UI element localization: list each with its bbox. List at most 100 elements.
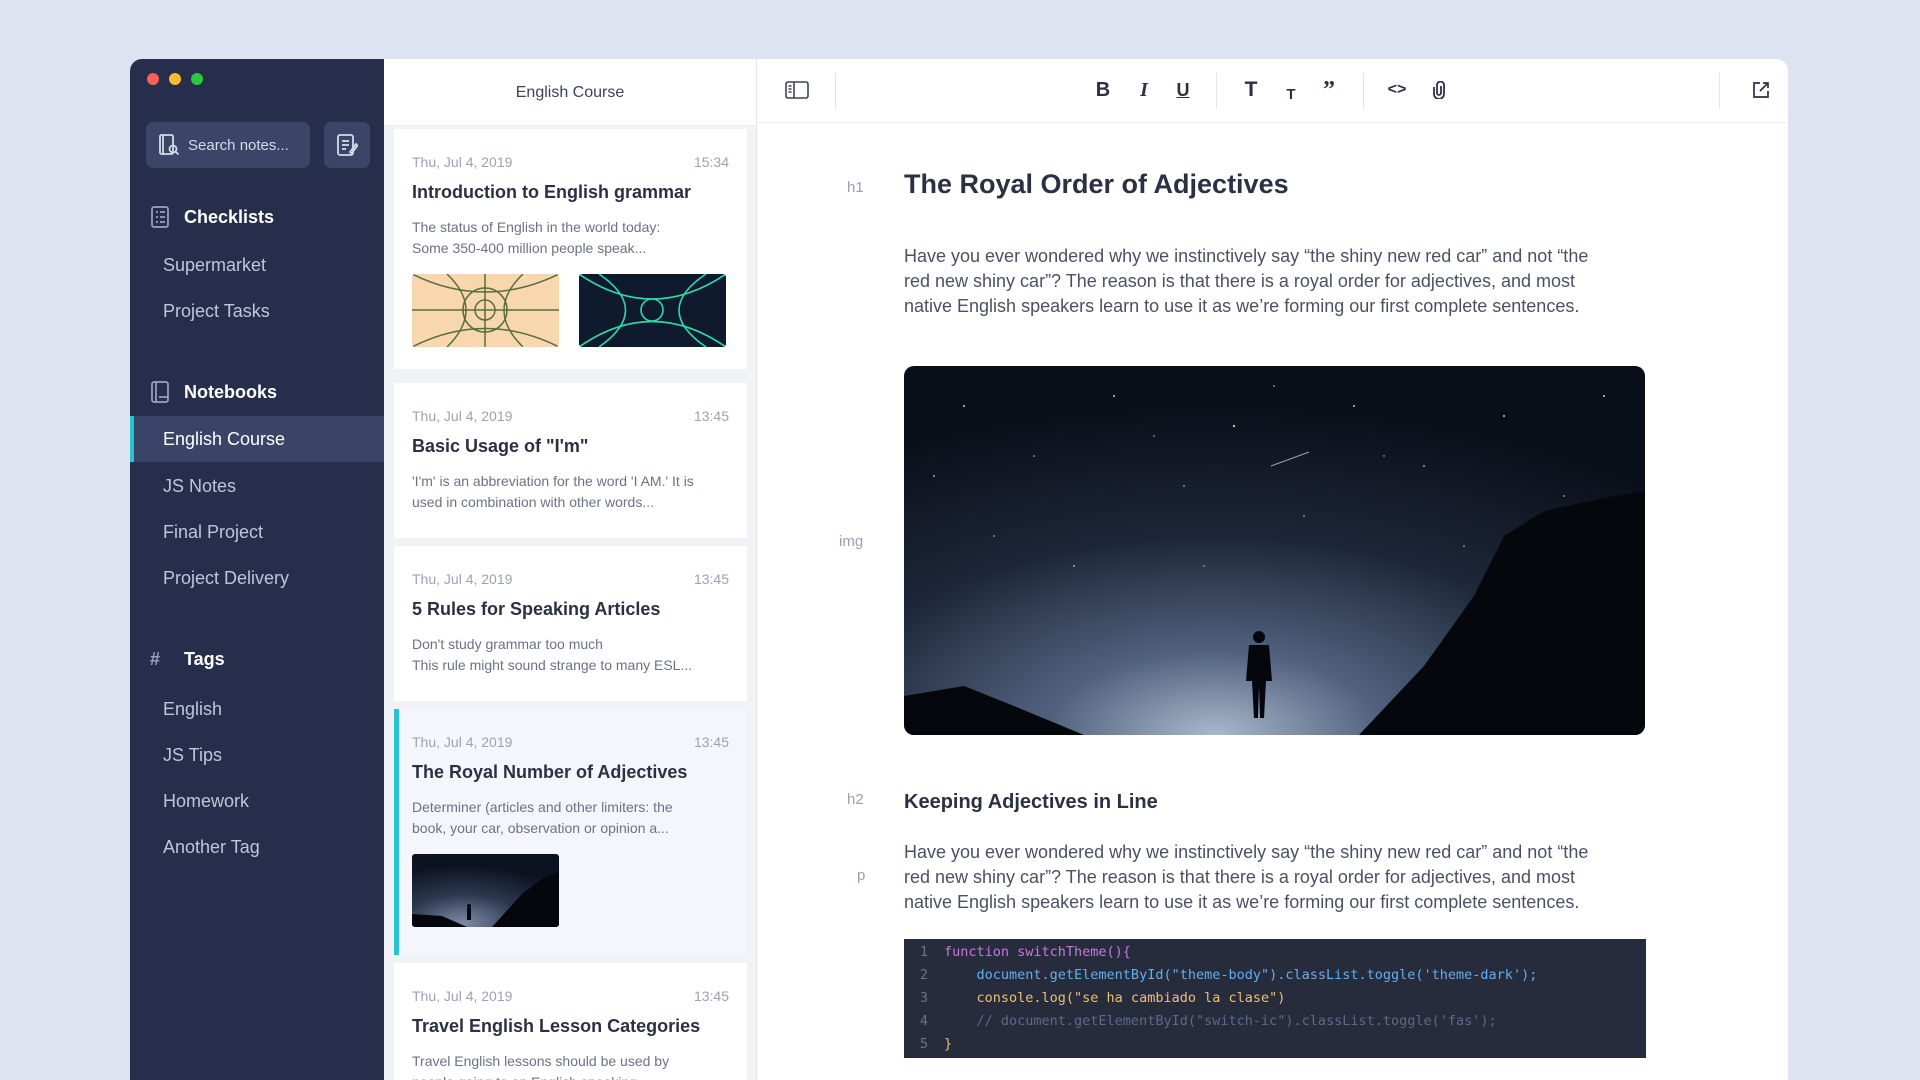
new-note-button[interactable] bbox=[324, 122, 370, 168]
note-time: 13:45 bbox=[693, 571, 729, 587]
document-title[interactable]: The Royal Order of Adjectives bbox=[904, 169, 1289, 200]
sidebar-item-project-delivery[interactable]: Project Delivery bbox=[130, 555, 384, 601]
note-date: Thu, Jul 4, 2019 bbox=[412, 571, 513, 587]
note-card[interactable]: Thu, Jul 4, 2019 15:34 Introduction to En… bbox=[394, 129, 747, 369]
heading-large-icon[interactable]: T bbox=[1235, 74, 1267, 106]
gutter-label-h2: h2 bbox=[847, 791, 864, 808]
note-time: 13:45 bbox=[693, 408, 729, 424]
sidebar-item-final-project[interactable]: Final Project bbox=[130, 509, 384, 555]
heading-small-icon[interactable]: T bbox=[1275, 78, 1307, 110]
code-line: 4 // document.getElementById("switch-ic"… bbox=[904, 1010, 1646, 1033]
line-number: 5 bbox=[919, 1036, 929, 1052]
note-time: 15:34 bbox=[693, 154, 729, 170]
editor: B I U T T ” <> h1 The Royal Order of Adj… bbox=[757, 59, 1788, 1080]
snippet-line: 'I'm' is an abbreviation for the word 'I… bbox=[412, 473, 694, 489]
compose-icon bbox=[337, 134, 358, 156]
line-number: 2 bbox=[919, 967, 929, 983]
checklist-icon bbox=[151, 206, 169, 228]
sidebar-item-tag-english[interactable]: English bbox=[130, 686, 384, 732]
pattern-thumbnail-light bbox=[412, 274, 559, 347]
sidebar-item-tag-js-tips[interactable]: JS Tips bbox=[130, 732, 384, 778]
note-date: Thu, Jul 4, 2019 bbox=[412, 734, 513, 750]
sidebar: Search notes... Checklists Supermarket P… bbox=[130, 59, 384, 1080]
sidebar-item-project-tasks[interactable]: Project Tasks bbox=[130, 288, 384, 334]
note-title: The Royal Number of Adjectives bbox=[412, 762, 688, 782]
paragraph-line: Have you ever wondered why we instinctiv… bbox=[904, 842, 1589, 862]
note-date: Thu, Jul 4, 2019 bbox=[412, 154, 513, 170]
italic-icon[interactable]: I bbox=[1128, 74, 1160, 106]
note-time: 13:45 bbox=[693, 988, 729, 1004]
night-sky-image[interactable] bbox=[904, 366, 1645, 735]
sidebar-item-supermarket[interactable]: Supermarket bbox=[130, 242, 384, 288]
paragraph-line: Have you ever wondered why we instinctiv… bbox=[904, 246, 1589, 266]
snippet-line: The status of English in the world today… bbox=[412, 219, 661, 235]
snippet-line: book, your car, observation or opinion a… bbox=[412, 820, 669, 836]
note-title: 5 Rules for Speaking Articles bbox=[412, 599, 661, 619]
code-line: 3 console.log("se ha cambiado la clase") bbox=[904, 987, 1646, 1010]
note-card[interactable]: Thu, Jul 4, 2019 13:45 Travel English Les… bbox=[394, 963, 747, 1080]
intro-paragraph[interactable]: Have you ever wondered why we instinctiv… bbox=[904, 244, 1644, 319]
note-card[interactable]: Thu, Jul 4, 2019 13:45 Basic Usage of "I'… bbox=[394, 383, 747, 538]
notebook-search-icon bbox=[159, 134, 180, 156]
note-time: 13:45 bbox=[693, 734, 729, 750]
code-text: // document.getElementById("switch-ic").… bbox=[944, 1013, 1497, 1029]
gutter-label-h1: h1 bbox=[847, 179, 864, 196]
note-snippet: Don't study grammar too much This rule m… bbox=[412, 634, 729, 676]
note-title: Introduction to English grammar bbox=[412, 182, 692, 202]
note-title: Travel English Lesson Categories bbox=[412, 1016, 701, 1036]
tags-title: Tags bbox=[184, 649, 225, 669]
hashtag-icon: # bbox=[150, 649, 161, 669]
notebooks-header[interactable]: Notebooks bbox=[150, 381, 277, 403]
snippet-line: Determiner (articles and other limiters:… bbox=[412, 799, 673, 815]
sidebar-item-tag-another-tag[interactable]: Another Tag bbox=[130, 824, 384, 870]
note-title: Basic Usage of "I'm" bbox=[412, 436, 589, 456]
close-window-button[interactable] bbox=[147, 73, 159, 85]
snippet-line: people going to an English speaking... bbox=[412, 1072, 729, 1080]
snippet-line: used in combination with other words... bbox=[412, 494, 655, 510]
code-line: 1 function switchTheme(){ bbox=[904, 941, 1646, 964]
underline-icon[interactable]: U bbox=[1167, 74, 1199, 106]
bold-icon[interactable]: B bbox=[1087, 74, 1119, 106]
night-sky-thumbnail bbox=[412, 854, 559, 927]
code-block[interactable]: 1 function switchTheme(){ 2 document.get… bbox=[904, 939, 1646, 1058]
note-snippet: Determiner (articles and other limiters:… bbox=[412, 797, 729, 839]
code-line: 2 document.getElementById("theme-body").… bbox=[904, 964, 1646, 987]
line-number: 1 bbox=[919, 944, 929, 960]
sidebar-item-js-notes[interactable]: JS Notes bbox=[130, 463, 384, 509]
code-text: console.log("se ha cambiado la clase") bbox=[944, 990, 1286, 1006]
snippet-line: This rule might sound strange to many ES… bbox=[412, 657, 693, 673]
gutter-label-img: img bbox=[839, 533, 864, 550]
code-text: } bbox=[944, 1036, 953, 1052]
note-snippet: The status of English in the world today… bbox=[412, 217, 729, 259]
pattern-thumbnail-dark bbox=[579, 274, 726, 347]
sidebar-item-english-course[interactable]: English Course bbox=[130, 416, 384, 462]
window-controls bbox=[147, 73, 203, 85]
note-snippet: 'I'm' is an abbreviation for the word 'I… bbox=[412, 471, 729, 513]
search-placeholder: Search notes... bbox=[188, 136, 289, 154]
snippet-line: Don't study grammar too much bbox=[412, 636, 603, 652]
paragraph-line: red new shiny car”? The reason is that t… bbox=[904, 867, 1575, 887]
code-icon[interactable]: <> bbox=[1381, 74, 1413, 106]
line-number: 3 bbox=[919, 990, 929, 1006]
app-window: Search notes... Checklists Supermarket P… bbox=[130, 59, 1788, 1080]
paragraph-line: red new shiny car”? The reason is that t… bbox=[904, 271, 1575, 291]
attachment-icon[interactable] bbox=[1423, 74, 1455, 106]
sidebar-item-tag-homework[interactable]: Homework bbox=[130, 778, 384, 824]
snippet-line: Some 350-400 million people speak... bbox=[412, 240, 647, 256]
section-heading[interactable]: Keeping Adjectives in Line bbox=[904, 791, 1158, 814]
notebook-icon bbox=[151, 381, 169, 403]
note-card[interactable]: Thu, Jul 4, 2019 13:45 5 Rules for Speaki… bbox=[394, 546, 747, 701]
sidebar-toggle-icon[interactable] bbox=[781, 74, 813, 106]
minimize-window-button[interactable] bbox=[169, 73, 181, 85]
notebooks-title: Notebooks bbox=[184, 381, 278, 402]
share-icon[interactable] bbox=[1745, 74, 1777, 106]
tags-header[interactable]: # Tags bbox=[150, 649, 225, 670]
checklists-header[interactable]: Checklists bbox=[150, 206, 274, 228]
search-notes-field[interactable]: Search notes... bbox=[146, 122, 310, 168]
note-card-selected[interactable]: Thu, Jul 4, 2019 13:45 The Royal Number o… bbox=[394, 709, 747, 955]
quote-icon[interactable]: ” bbox=[1313, 74, 1345, 106]
code-line: 5 } bbox=[904, 1033, 1646, 1056]
body-paragraph[interactable]: Have you ever wondered why we instinctiv… bbox=[904, 840, 1644, 915]
maximize-window-button[interactable] bbox=[191, 73, 203, 85]
note-snippet: Travel English lessons should be used by… bbox=[412, 1051, 729, 1080]
